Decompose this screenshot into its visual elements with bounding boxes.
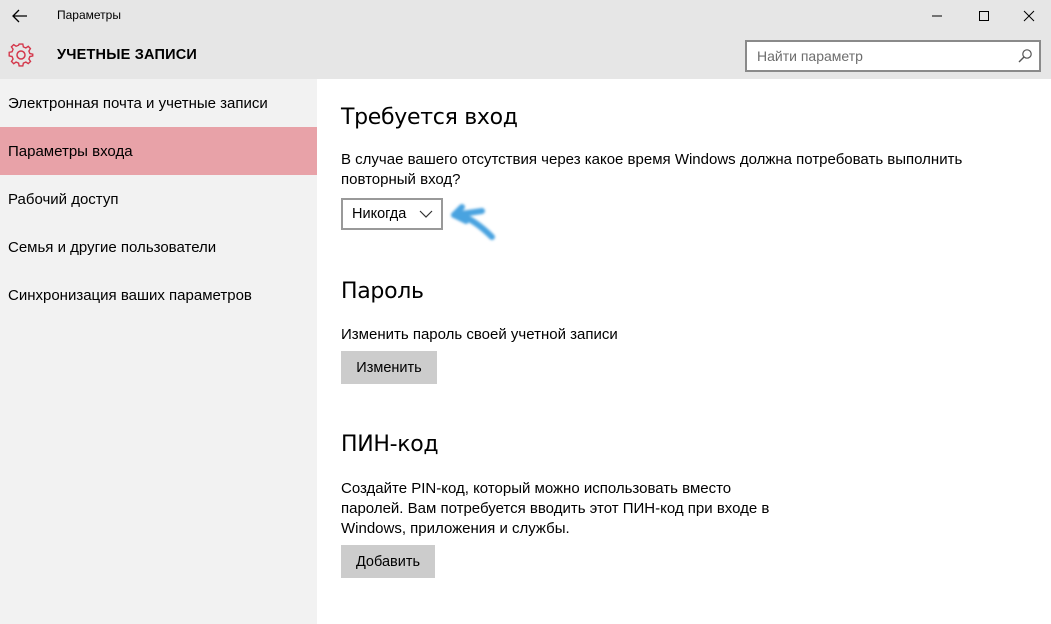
password-description: Изменить пароль своей учетной записи	[341, 326, 618, 343]
password-heading: Пароль	[341, 279, 424, 304]
chevron-down-icon	[419, 210, 433, 218]
sidebar-item-sync-settings[interactable]: Синхронизация ваших параметров	[0, 271, 317, 319]
gear-icon	[8, 43, 34, 67]
back-arrow-icon	[12, 9, 27, 23]
maximize-icon	[979, 11, 989, 21]
sidebar-item-sign-in-options[interactable]: Параметры входа	[0, 127, 317, 175]
page-title: УЧЕТНЫЕ ЗАПИСИ	[57, 47, 198, 63]
minimize-icon	[932, 15, 942, 17]
minimize-button[interactable]	[914, 0, 960, 32]
close-icon	[1023, 10, 1035, 22]
sidebar: Электронная почта и учетные записи Парам…	[0, 79, 317, 624]
change-password-button[interactable]: Изменить	[341, 351, 437, 384]
pin-description: Создайте PIN-код, который можно использо…	[341, 480, 770, 537]
signin-heading: Требуется вход	[341, 105, 518, 130]
window-title: Параметры	[57, 8, 121, 22]
pin-heading: ПИН-код	[341, 432, 439, 457]
search-input[interactable]	[747, 42, 1007, 70]
annotation-arrow-icon	[451, 204, 495, 240]
dropdown-value: Никогда	[352, 206, 407, 222]
sidebar-item-work-access[interactable]: Рабочий доступ	[0, 175, 317, 223]
sidebar-item-label: Рабочий доступ	[8, 190, 119, 208]
sidebar-item-label: Синхронизация ваших параметров	[8, 286, 252, 304]
sidebar-item-label: Электронная почта и учетные записи	[8, 94, 268, 112]
add-pin-button[interactable]: Добавить	[341, 545, 435, 578]
close-button[interactable]	[1006, 0, 1051, 32]
back-button[interactable]	[0, 0, 40, 32]
page-header: УЧЕТНЫЕ ЗАПИСИ	[0, 32, 1051, 79]
title-bar: Параметры	[0, 0, 1051, 32]
sidebar-item-family-users[interactable]: Семья и другие пользователи	[0, 223, 317, 271]
sidebar-item-label: Семья и другие пользователи	[8, 238, 217, 256]
search-box[interactable]	[745, 40, 1041, 72]
sidebar-item-label: Параметры входа	[8, 142, 133, 160]
signin-description: В случае вашего отсутствия через какое в…	[341, 151, 963, 188]
signin-timeout-dropdown[interactable]: Никогда	[341, 198, 443, 230]
sidebar-item-email-accounts[interactable]: Электронная почта и учетные записи	[0, 79, 317, 127]
main-content: Требуется вход В случае вашего отсутстви…	[317, 79, 1051, 624]
search-icon[interactable]	[1017, 48, 1033, 64]
maximize-button[interactable]	[961, 0, 1007, 32]
